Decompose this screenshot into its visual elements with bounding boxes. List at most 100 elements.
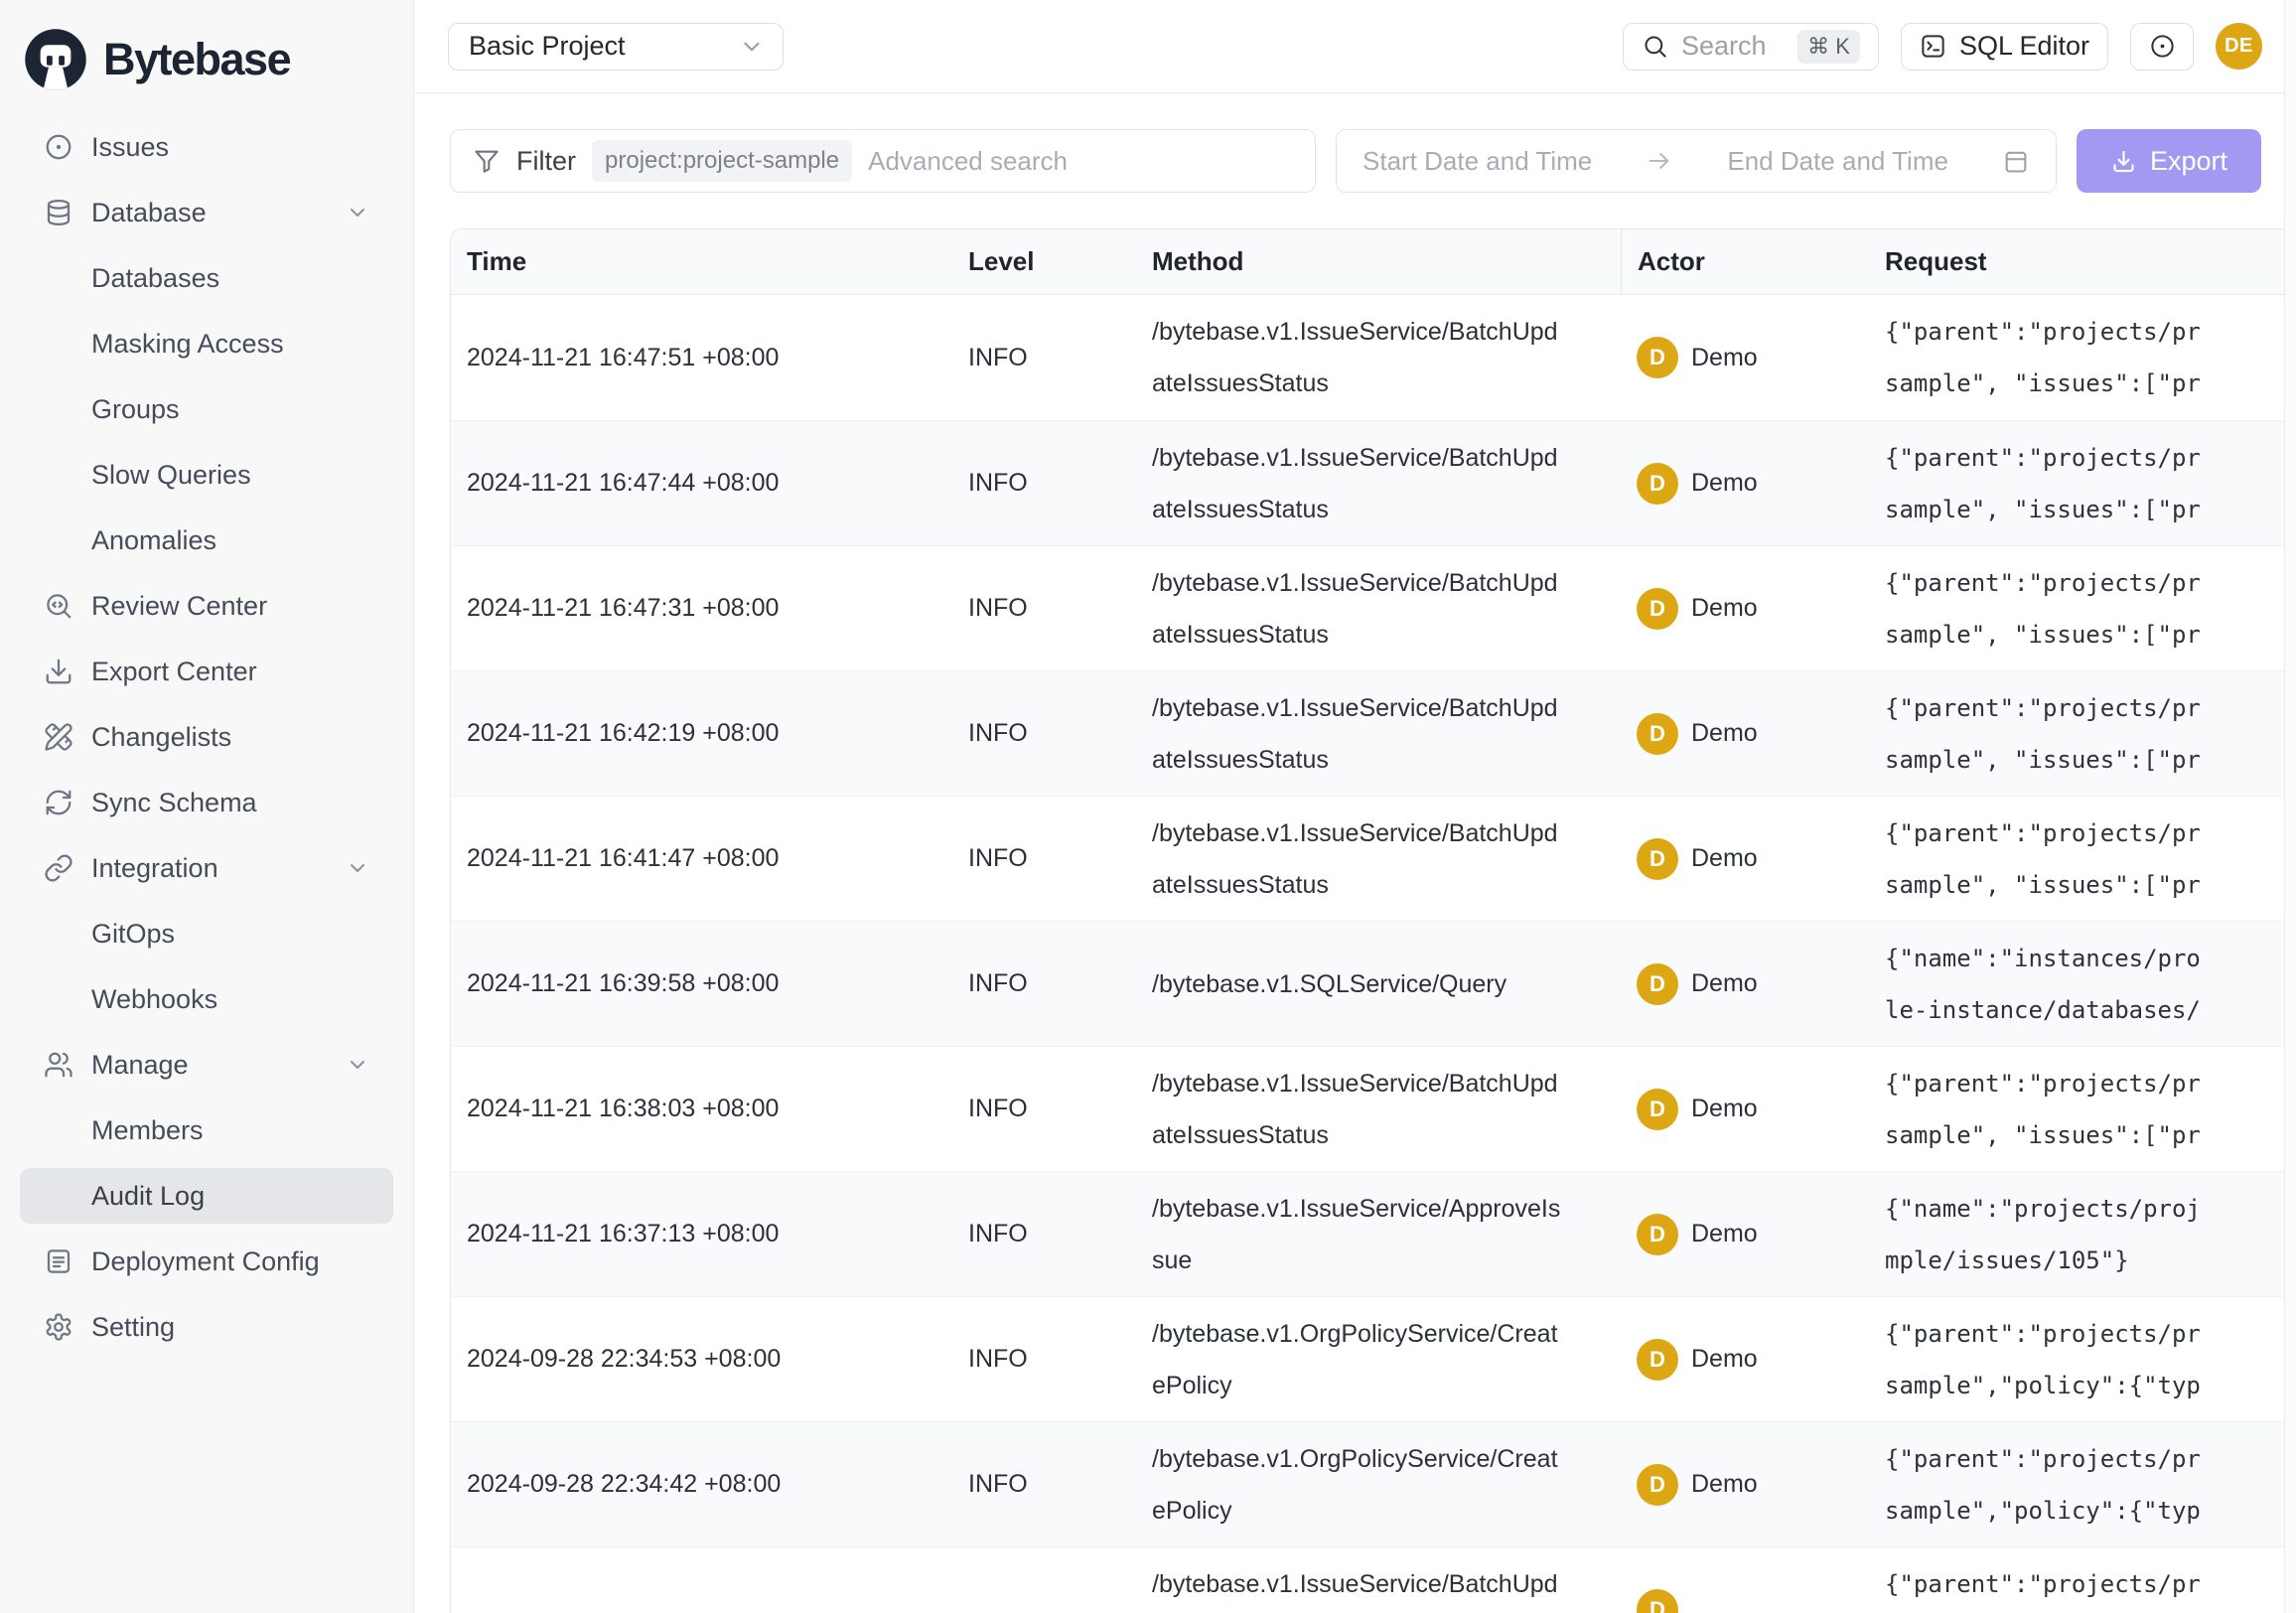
cell-actor: DDemo: [1621, 1172, 1869, 1296]
cell-request: {"parent":"projects/pr sample", "issues"…: [1869, 1547, 2296, 1613]
setting-icon: [44, 1312, 73, 1342]
table-row[interactable]: /bytebase.v1.IssueService/BatchUpd ateIs…: [451, 1546, 2296, 1613]
table-row[interactable]: 2024-11-21 16:47:44 +08:00INFO/bytebase.…: [451, 420, 2296, 545]
sidebar-item-members[interactable]: Members: [20, 1102, 393, 1158]
calendar-icon: [2002, 147, 2030, 175]
table-row[interactable]: 2024-11-21 16:38:03 +08:00INFO/bytebase.…: [451, 1046, 2296, 1171]
sidebar-item-manage[interactable]: Manage: [20, 1037, 393, 1093]
actor-avatar: D: [1637, 588, 1678, 630]
topbar-actions: Search ⌘ K SQL Editor DE: [1623, 23, 2262, 71]
issue-quick-button[interactable]: [2130, 23, 2194, 71]
sidebar-item-gitops[interactable]: GitOps: [20, 906, 393, 961]
table-row[interactable]: 2024-11-21 16:47:31 +08:00INFO/bytebase.…: [451, 545, 2296, 670]
cell-method: /bytebase.v1.IssueService/BatchUpd ateIs…: [1136, 797, 1621, 921]
actor-avatar: D: [1637, 1089, 1678, 1130]
date-range-picker[interactable]: Start Date and Time End Date and Time: [1336, 129, 2057, 193]
search-button[interactable]: Search ⌘ K: [1623, 23, 1879, 71]
sidebar-item-label: Review Center: [91, 591, 267, 622]
sidebar-item-label: Webhooks: [91, 984, 217, 1015]
advanced-search-placeholder: Advanced search: [868, 146, 1068, 177]
changelists-icon: [44, 722, 73, 752]
actor-name: Demo: [1691, 1220, 1758, 1248]
sidebar-item-database[interactable]: Database: [20, 185, 393, 240]
sidebar-item-label: Manage: [91, 1050, 189, 1081]
column-header-request: Request: [1869, 229, 2296, 294]
sidebar-item-webhooks[interactable]: Webhooks: [20, 971, 393, 1027]
table-row[interactable]: 2024-11-21 16:41:47 +08:00INFO/bytebase.…: [451, 796, 2296, 921]
sidebar-item-audit-log[interactable]: Audit Log: [20, 1168, 393, 1224]
cell-actor: D Demo: [1621, 421, 1869, 545]
manage-icon: [44, 1050, 73, 1080]
search-icon: [1642, 33, 1668, 60]
cell-time: 2024-11-21 16:37:13 +08:00: [451, 1172, 952, 1296]
sidebar-item-label: Issues: [91, 132, 169, 163]
sidebar-item-changelists[interactable]: Changelists: [20, 709, 393, 765]
table-row[interactable]: 2024-11-21 16:37:13 +08:00INFO/bytebase.…: [451, 1171, 2296, 1296]
table-row[interactable]: 2024-11-21 16:42:19 +08:00INFO/bytebase.…: [451, 670, 2296, 796]
sidebar-item-deployment-config[interactable]: Deployment Config: [20, 1234, 393, 1289]
cell-request: {"parent":"projects/pr sample", "issues"…: [1869, 797, 2296, 921]
user-avatar[interactable]: DE: [2216, 23, 2262, 70]
sidebar-item-groups[interactable]: Groups: [20, 381, 393, 437]
sidebar-item-integration[interactable]: Integration: [20, 840, 393, 896]
sidebar-item-setting[interactable]: Setting: [20, 1299, 393, 1355]
funnel-icon: [473, 147, 501, 175]
cell-actor: D: [1621, 1547, 1869, 1613]
cell-actor: DDemo: [1621, 922, 1869, 1046]
cell-level: INFO: [952, 1422, 1136, 1546]
cell-level: INFO: [952, 1297, 1136, 1421]
vertical-scrollbar[interactable]: [2284, 0, 2296, 1613]
cell-level: INFO: [952, 1047, 1136, 1171]
cell-level: INFO: [952, 1172, 1136, 1296]
sidebar-item-label: Audit Log: [91, 1181, 205, 1212]
cell-request: {"parent":"projects/pr sample", "issues"…: [1869, 546, 2296, 670]
table-row[interactable]: 2024-11-21 16:39:58 +08:00INFO/bytebase.…: [451, 921, 2296, 1046]
actor-name: Demo: [1691, 344, 1758, 372]
actor-name: Demo: [1691, 469, 1758, 498]
project-selector[interactable]: Basic Project: [448, 23, 784, 71]
brand-logo[interactable]: Bytebase: [20, 26, 393, 119]
cell-request: {"parent":"projects/pr sample","policy":…: [1869, 1422, 2296, 1546]
sql-editor-button[interactable]: SQL Editor: [1901, 23, 2108, 71]
actor-avatar: D: [1637, 463, 1678, 505]
filter-label: Filter: [516, 146, 576, 177]
sidebar-item-sync-schema[interactable]: Sync Schema: [20, 775, 393, 830]
sidebar-item-databases[interactable]: Databases: [20, 250, 393, 306]
cell-method: /bytebase.v1.IssueService/ApproveIs sue: [1136, 1172, 1621, 1296]
circle-dot-icon: [2149, 33, 2176, 60]
cell-method: /bytebase.v1.IssueService/BatchUpd ateIs…: [1136, 1547, 1621, 1613]
review-center-icon: [44, 591, 73, 621]
table-row[interactable]: 2024-09-28 22:34:53 +08:00INFO/bytebase.…: [451, 1296, 2296, 1421]
sidebar-item-masking-access[interactable]: Masking Access: [20, 316, 393, 371]
table-row[interactable]: 2024-09-28 22:34:42 +08:00INFO/bytebase.…: [451, 1421, 2296, 1546]
cell-actor: DDemo: [1621, 1297, 1869, 1421]
sidebar-item-review-center[interactable]: Review Center: [20, 578, 393, 634]
sidebar-item-label: Deployment Config: [91, 1246, 320, 1277]
export-center-icon: [44, 657, 73, 686]
table-header-row: TimeLevelMethodActorRequest: [451, 229, 2296, 295]
column-header-method: Method: [1136, 229, 1621, 294]
project-selector-value: Basic Project: [469, 31, 626, 62]
table-row[interactable]: 2024-11-21 16:47:51 +08:00INFO/bytebase.…: [451, 295, 2296, 420]
filter-input[interactable]: Filter project:project-sample Advanced s…: [450, 129, 1316, 193]
download-icon: [2110, 148, 2137, 175]
cell-actor: DDemo: [1621, 671, 1869, 796]
export-button[interactable]: Export: [2077, 129, 2261, 193]
chevron-down-icon: [346, 1053, 369, 1077]
sidebar-item-issues[interactable]: Issues: [20, 119, 393, 175]
cell-level: INFO: [952, 797, 1136, 921]
cell-request: {"parent":"projects/pr sample","policy":…: [1869, 1297, 2296, 1421]
sql-editor-label: SQL Editor: [1959, 31, 2089, 62]
cell-method: /bytebase.v1.IssueService/BatchUpd ateIs…: [1136, 295, 1621, 420]
search-shortcut-badge: ⌘ K: [1797, 30, 1860, 64]
sidebar-item-anomalies[interactable]: Anomalies: [20, 513, 393, 568]
sidebar-item-label: Export Center: [91, 657, 257, 687]
cell-method: /bytebase.v1.IssueService/BatchUpd ateIs…: [1136, 421, 1621, 545]
sidebar-item-export-center[interactable]: Export Center: [20, 644, 393, 699]
actor-name: Demo: [1691, 594, 1758, 623]
filter-chip-project[interactable]: project:project-sample: [592, 140, 852, 182]
actor-name: Demo: [1691, 1095, 1758, 1123]
sidebar-item-slow-queries[interactable]: Slow Queries: [20, 447, 393, 503]
actor-name: Demo: [1691, 719, 1758, 748]
actor-avatar: D: [1637, 838, 1678, 880]
